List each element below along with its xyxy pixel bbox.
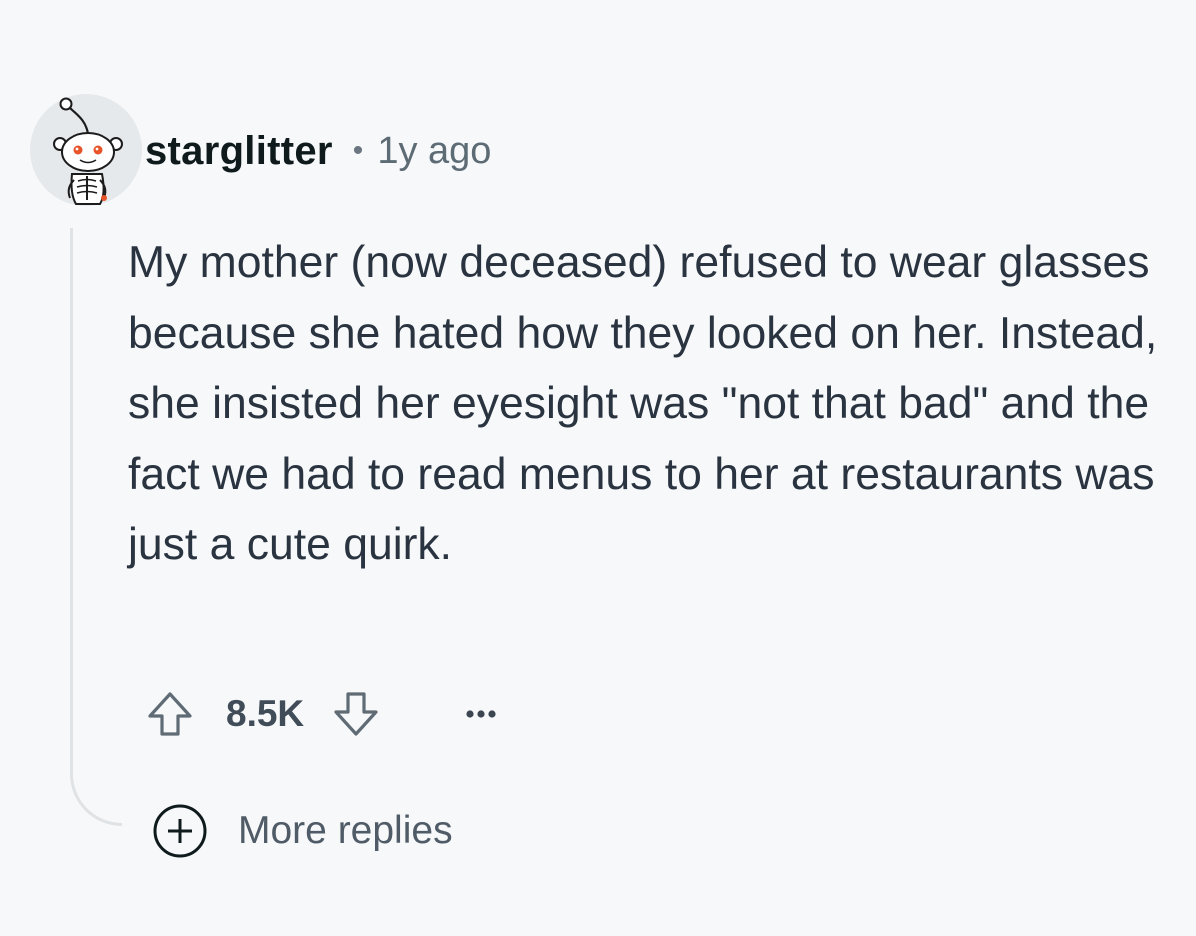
comment-header: starglitter • 1y ago	[145, 126, 491, 176]
more-replies-button[interactable]: More replies	[152, 803, 453, 859]
arrow-down-icon	[334, 692, 378, 736]
thread-line	[70, 228, 122, 826]
more-replies-label: More replies	[238, 809, 453, 852]
username[interactable]: starglitter	[145, 129, 333, 174]
comment-body: My mother (now deceased) refused to wear…	[128, 238, 1158, 569]
vote-score: 8.5K	[226, 693, 305, 734]
separator-dot: •	[352, 134, 364, 167]
ellipsis-icon	[466, 710, 496, 718]
snoo-avatar-icon	[30, 94, 142, 206]
arrow-up-icon	[148, 692, 192, 736]
timestamp[interactable]: 1y ago	[377, 130, 491, 173]
plus-circle-icon	[152, 803, 208, 859]
avatar[interactable]	[30, 94, 142, 206]
upvote-button[interactable]	[140, 684, 200, 744]
more-options-button[interactable]	[456, 689, 506, 739]
downvote-button[interactable]	[326, 684, 386, 744]
comment-actions: 8.5K	[140, 684, 506, 744]
